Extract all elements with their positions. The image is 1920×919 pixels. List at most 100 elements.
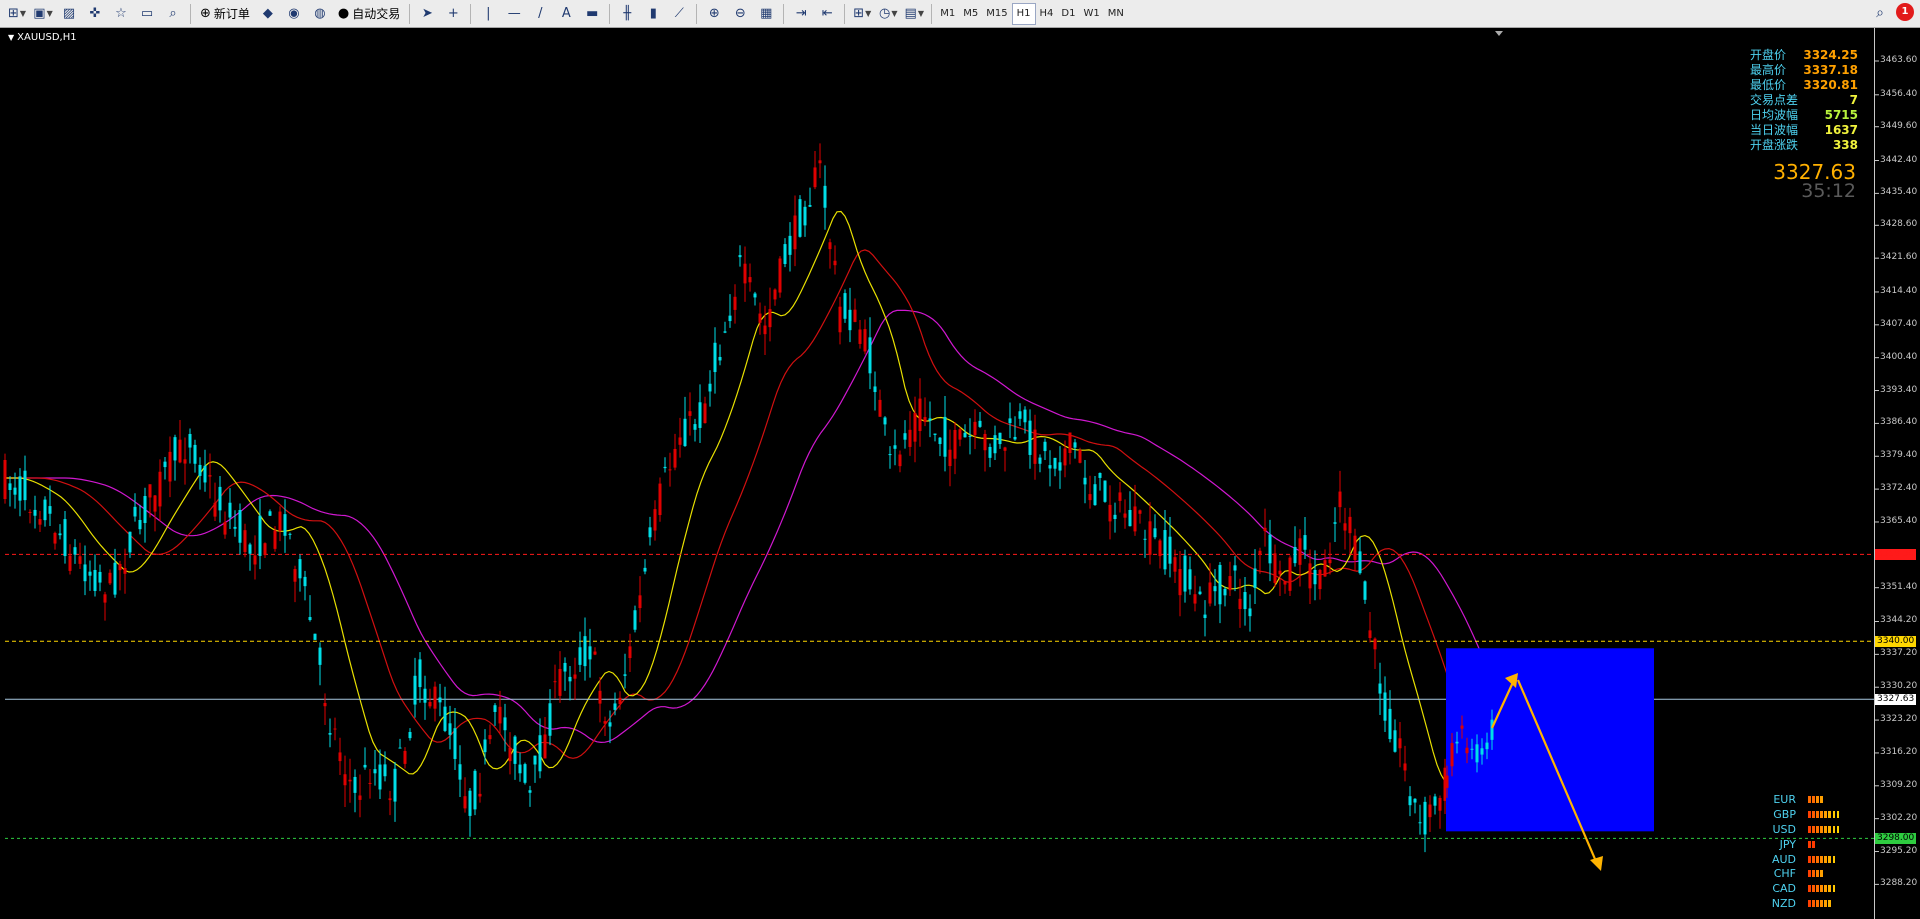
timeframe-m5[interactable]: M5 — [959, 4, 982, 24]
candle-body — [1073, 442, 1077, 448]
radio-button[interactable]: ◍ — [308, 3, 332, 25]
info-value: 5715 — [1824, 108, 1858, 122]
candle-body — [918, 398, 922, 432]
strength-bar — [1820, 900, 1823, 908]
info-value: 3324.25 — [1803, 48, 1858, 62]
toolbar-separator — [190, 3, 191, 24]
candle-body — [173, 437, 177, 461]
label-icon: ▬ — [586, 6, 599, 21]
strength-bar — [1828, 825, 1831, 833]
candle-body — [368, 782, 372, 784]
terminal-button[interactable]: ▭ — [135, 3, 159, 25]
candle-body — [1348, 516, 1352, 534]
navigator-button[interactable]: ☆ — [109, 3, 133, 25]
templates-button[interactable]: ▤ ▼ — [902, 3, 926, 25]
new-order-label: 新订单 — [213, 7, 250, 21]
candle-body — [823, 185, 827, 208]
candle-body — [1078, 450, 1082, 463]
chart-window[interactable]: ▼ XAUUSD,H1 开盘价 3324.25 最高价 3337.18 最低价 3320.8… — [0, 28, 1920, 919]
chart-shift-button[interactable]: ⇤ — [815, 3, 839, 25]
strength-bar — [1824, 825, 1827, 833]
tile-windows-button[interactable]: ▦ — [754, 3, 778, 25]
crosshair-button[interactable]: + — [441, 3, 465, 25]
candle-body — [1163, 530, 1167, 570]
info-panel: 开盘价 3324.25 最高价 3337.18 最低价 3320.81 交易点差 7 日均波幅 5… — [1750, 48, 1858, 153]
candle-body — [898, 454, 902, 467]
data-window-button[interactable]: ✜ — [83, 3, 107, 25]
autotrading-button[interactable]: ● 自动交易 — [334, 3, 404, 25]
cursor-icon: ➤ — [421, 6, 433, 21]
zoom-out-button[interactable]: ⊖ — [728, 3, 752, 25]
currency-name: USD — [1772, 822, 1796, 836]
zoom-in-button[interactable]: ⊕ — [702, 3, 726, 25]
timeframe-m15[interactable]: M15 — [982, 4, 1011, 24]
search-icon[interactable]: ⌕ — [1876, 5, 1884, 21]
candle-body — [788, 235, 792, 255]
candle-body — [488, 735, 492, 740]
price-tick-label: 3393.40 — [1880, 384, 1918, 395]
candle-body — [578, 647, 582, 665]
timeframe-w1[interactable]: W1 — [1079, 4, 1103, 24]
cursor-button[interactable]: ➤ — [415, 3, 439, 25]
candle-body — [388, 798, 392, 801]
line-chart-button[interactable]: ⟋ — [667, 3, 691, 25]
tester-button[interactable]: ⌕ — [161, 3, 185, 25]
currency-row: USD — [1756, 822, 1856, 837]
candle-body — [233, 526, 237, 529]
new-order-button[interactable]: ⊕ 新订单 — [196, 3, 254, 25]
candle-body — [953, 429, 957, 459]
profiles-button[interactable]: ▣ ▼ — [31, 3, 55, 25]
timeframe-h1[interactable]: H1 — [1011, 2, 1036, 25]
dropdown-arrow-icon[interactable]: ▼ — [918, 9, 924, 18]
label-button[interactable]: ▬ — [580, 3, 604, 25]
candle-body — [103, 594, 107, 603]
signals-button[interactable]: ◉ — [282, 3, 306, 25]
currency-row: CAD — [1756, 881, 1856, 896]
strength-meter — [1808, 840, 1816, 848]
candle-body — [333, 728, 337, 730]
new-chart-button[interactable]: ⊞ ▼ — [5, 3, 29, 25]
dropdown-arrow-icon[interactable]: ▼ — [891, 9, 897, 18]
market-watch-button[interactable]: ▨ — [57, 3, 81, 25]
bar-chart-button[interactable]: ╫ — [615, 3, 639, 25]
horizontal-line-button[interactable]: — — [502, 3, 526, 25]
candle-body — [3, 460, 7, 500]
strength-bar — [1808, 795, 1811, 803]
candle-body — [1433, 796, 1437, 806]
text-button[interactable]: A — [554, 3, 578, 25]
candle-body — [98, 571, 102, 583]
timeframe-h4[interactable]: H4 — [1036, 4, 1058, 24]
currency-row: AUD — [1756, 852, 1856, 867]
vertical-line-button[interactable]: | — [476, 3, 500, 25]
candle-body — [248, 544, 252, 554]
candlestick-button[interactable]: ▮ — [641, 3, 665, 25]
trendline-button[interactable]: / — [528, 3, 552, 25]
dropdown-arrow-icon[interactable]: ▼ — [865, 9, 871, 18]
candle-body — [683, 418, 687, 447]
autoscroll-button[interactable]: ⇥ — [789, 3, 813, 25]
candle-body — [698, 402, 702, 428]
strength-meter — [1808, 810, 1841, 818]
price-chart[interactable] — [0, 28, 1920, 919]
timeframe-m1[interactable]: M1 — [936, 4, 959, 24]
candle-body — [1133, 506, 1137, 532]
candle-body — [828, 242, 832, 250]
candle-body — [113, 562, 117, 595]
timeframe-mn[interactable]: MN — [1104, 4, 1128, 24]
candle-body — [118, 563, 122, 571]
dropdown-arrow-icon[interactable]: ▼ — [47, 9, 53, 18]
currency-strength-panel: EUR GBP USD JPY AUD CHF CAD NZD — [1756, 792, 1856, 911]
timeframe-d1[interactable]: D1 — [1057, 4, 1079, 24]
candle-body — [1153, 528, 1157, 538]
candle-body — [528, 790, 532, 793]
strength-bar — [1812, 900, 1815, 908]
dropdown-arrow-icon[interactable]: ▼ — [20, 9, 26, 18]
periods-button[interactable]: ◷ ▼ — [876, 3, 900, 25]
price-tick-label: 3428.60 — [1880, 219, 1918, 230]
indicators-button[interactable]: ⊞ ▼ — [850, 3, 874, 25]
price-axis[interactable] — [1874, 28, 1875, 919]
metaeditor-button[interactable]: ◆ — [256, 3, 280, 25]
alerts-badge[interactable]: 1 — [1896, 3, 1914, 21]
candle-body — [908, 429, 912, 447]
candle-body — [1178, 569, 1182, 596]
